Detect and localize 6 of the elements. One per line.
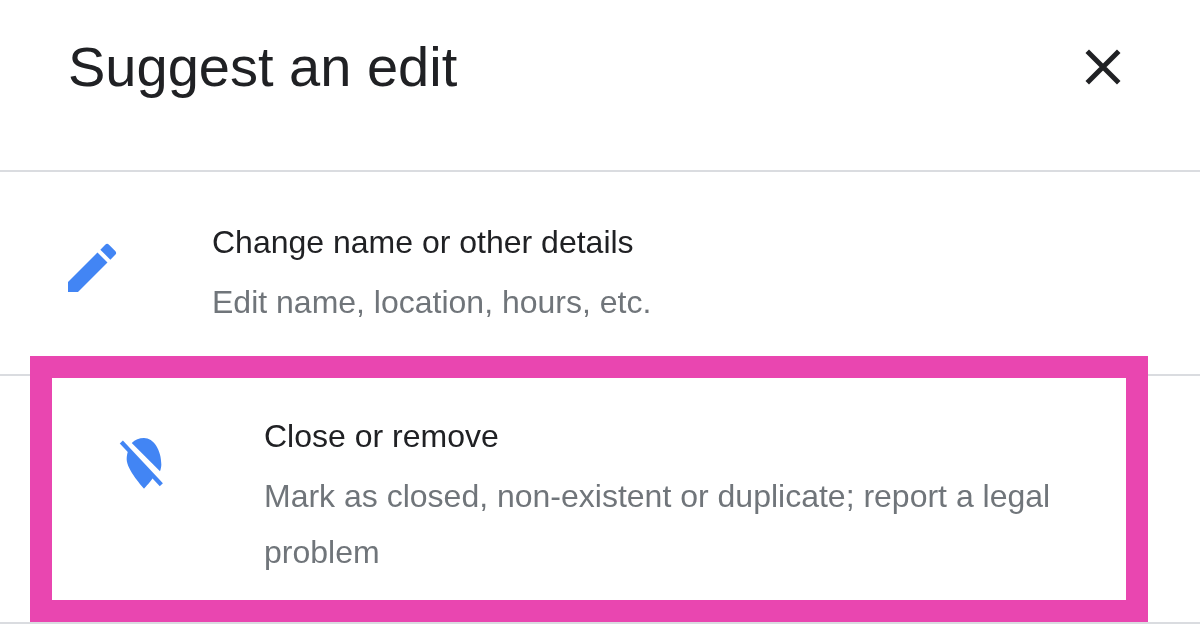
item-description: Edit name, location, hours, etc. [212,283,652,322]
item-title: Change name or other details [212,223,635,262]
item-title: Close or remove [264,417,500,456]
item-description: Mark as closed, non-existent or duplicate; report a legal problem [264,477,1052,572]
menu-item[interactable]: Close or remove Mark as closed, non-existent or duplicate; report a legal problem [30,356,1148,622]
dialog-title: Suggest an edit [68,34,458,100]
